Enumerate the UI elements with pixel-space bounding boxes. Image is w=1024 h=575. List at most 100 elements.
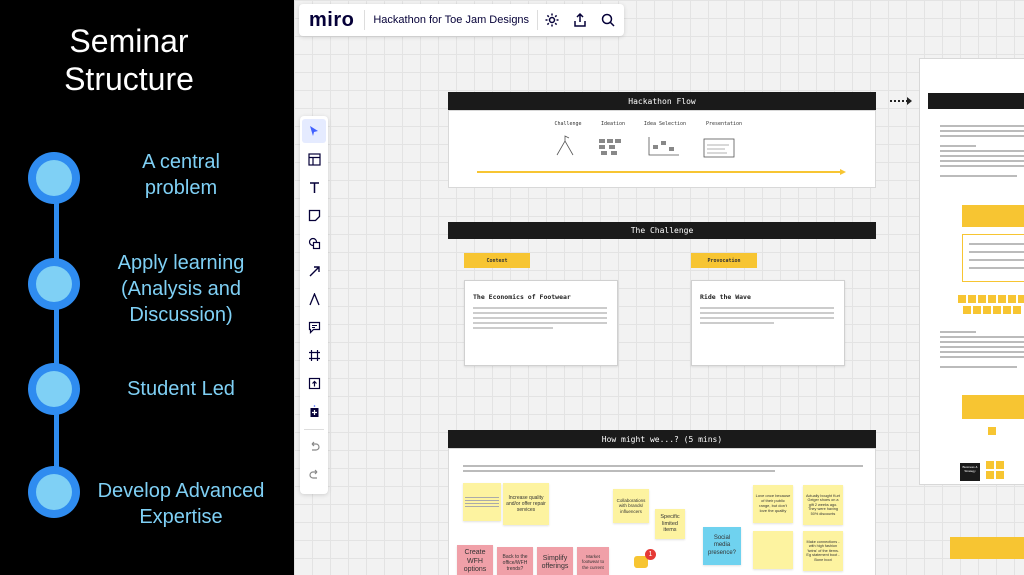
flow-step-ideation: Ideation — [600, 121, 626, 127]
frame-title: Hackathon Flow — [628, 96, 696, 106]
sticky-back-to-office[interactable]: Back to the office/WFH trends? — [497, 547, 533, 575]
card-title: Ride the Wave — [700, 293, 751, 301]
notification-badge[interactable]: 1 — [645, 549, 656, 560]
sticky-market-footwear[interactable]: Market footwear to the current — [577, 547, 609, 575]
sticky-note-icon[interactable] — [302, 203, 326, 227]
sticky-note[interactable] — [753, 531, 793, 569]
timeline-label-apply-learning: Apply learning (Analysis and Discussion) — [88, 250, 274, 328]
tag-provocation[interactable]: Provocation — [691, 253, 757, 268]
label-line: (Analysis and — [120, 278, 242, 300]
mini-sticky[interactable] — [988, 295, 996, 303]
mini-sticky[interactable] — [968, 295, 976, 303]
sticky-collaborations[interactable]: Collaborations with brands/ influencers — [613, 489, 649, 523]
label-line: problem — [144, 177, 218, 199]
mini-sticky[interactable] — [1013, 306, 1021, 314]
connector-dotted — [890, 100, 908, 102]
timeline-dot-4 — [28, 466, 80, 518]
arrow-icon[interactable] — [302, 259, 326, 283]
upload-icon[interactable] — [302, 371, 326, 395]
mini-sticky[interactable] — [973, 306, 981, 314]
flow-step-presentation: Presentation — [705, 121, 743, 127]
mini-sticky[interactable] — [1008, 295, 1016, 303]
frame-hackathon-flow[interactable]: Challenge Ideation Idea Selection Presen… — [448, 110, 876, 188]
hmw-instructions-placeholder — [463, 465, 863, 472]
select-icon[interactable] — [302, 119, 326, 143]
mini-sticky[interactable] — [996, 461, 1004, 469]
sticky-note[interactable] — [463, 483, 501, 521]
frame-header-how-might-we[interactable]: How might we...? (5 mins) — [448, 430, 876, 448]
mini-sticky[interactable] — [983, 306, 991, 314]
sticky-actually-bought[interactable]: Actually bought Kurt Geiger shoes on a g… — [803, 485, 843, 525]
yellow-block — [950, 537, 1024, 559]
mini-sticky[interactable] — [998, 295, 1006, 303]
miro-toolbar — [300, 116, 328, 494]
flow-arrow-head — [840, 169, 846, 175]
settings-icon[interactable] — [540, 8, 564, 32]
seminar-title: Seminar Structure — [0, 22, 258, 98]
sticky-increase-quality[interactable]: Increase quality and/or offer repair ser… — [503, 483, 549, 525]
sticky-simplify-offerings[interactable]: Simplify offerings — [537, 547, 573, 575]
timeline-label-advanced-expertise: Develop Advanced Expertise — [88, 478, 274, 530]
card-economics-of-footwear[interactable]: The Economics of Footwear — [464, 280, 618, 366]
text-placeholder — [940, 331, 1024, 368]
more-icon[interactable] — [302, 399, 326, 423]
label-line: Student Led — [127, 378, 235, 400]
sticky-love-once[interactable]: Love once because of their public range,… — [753, 485, 793, 523]
frame-title: The Challenge — [630, 226, 694, 235]
miro-topbar: miro Hackathon for Toe Jam Designs — [299, 4, 624, 36]
sticky-social-media[interactable]: Social media presence? — [703, 527, 741, 565]
timeline-dot-1 — [28, 152, 80, 204]
mini-sticky[interactable] — [1003, 306, 1011, 314]
miro-board-canvas[interactable]: miro Hackathon for Toe Jam Designs Hacka… — [294, 0, 1024, 575]
flow-illustrations — [556, 135, 735, 158]
toolbar-divider — [304, 429, 324, 430]
business-strategy-block[interactable]: Business & Strategy — [960, 463, 980, 481]
frame-how-might-we[interactable]: Increase quality and/or offer repair ser… — [448, 448, 876, 575]
frame-header-hackathon-flow[interactable]: Hackathon Flow — [448, 92, 876, 110]
mini-sticky[interactable] — [996, 471, 1004, 479]
frame-icon[interactable] — [302, 343, 326, 367]
label-line: Apply learning — [117, 252, 245, 274]
frame-idea-selection-partial[interactable]: Business & Strategy — [919, 58, 1024, 485]
timeline-label-central-problem: A central problem — [88, 149, 274, 201]
frame-header-challenge[interactable]: The Challenge — [448, 222, 876, 239]
card-ride-the-wave[interactable]: Ride the Wave — [691, 280, 845, 366]
tag-context[interactable]: Context — [464, 253, 530, 268]
yellow-block — [962, 395, 1024, 419]
mini-sticky[interactable] — [963, 306, 971, 314]
search-icon[interactable] — [596, 8, 620, 32]
text-icon[interactable] — [302, 175, 326, 199]
sticky-create-wfh[interactable]: Create WFH options — [457, 545, 493, 575]
flow-step-idea-selection: Idea Selection — [643, 121, 687, 127]
card-title: The Economics of Footwear — [473, 293, 571, 301]
pen-icon[interactable] — [302, 287, 326, 311]
mini-sticky[interactable] — [986, 471, 994, 479]
undo-icon[interactable] — [302, 434, 326, 458]
mini-sticky[interactable] — [993, 306, 1001, 314]
title-line-2: Structure — [64, 61, 194, 97]
shapes-icon[interactable] — [302, 231, 326, 255]
sticky-make-connections[interactable]: Make connections - with high fashion 'tw… — [803, 531, 843, 571]
sticky-specific-limited[interactable]: Specific limited items — [655, 509, 685, 539]
title-line-1: Seminar — [69, 23, 189, 59]
comment-icon[interactable] — [302, 315, 326, 339]
mini-sticky[interactable] — [986, 461, 994, 469]
timeline-line — [54, 178, 59, 490]
yellow-block — [962, 205, 1024, 227]
mini-sticky[interactable] — [1018, 295, 1024, 303]
frame-title: How might we...? (5 mins) — [601, 434, 723, 444]
mini-sticky[interactable] — [978, 295, 986, 303]
mini-sticky[interactable] — [988, 427, 996, 435]
share-icon[interactable] — [568, 8, 592, 32]
label-line: A central — [142, 151, 220, 173]
card-body-placeholder — [473, 307, 607, 329]
connector-arrow-head — [907, 97, 912, 105]
miro-logo[interactable]: miro — [299, 9, 364, 32]
label-line: Develop Advanced — [97, 480, 265, 502]
label-line: Discussion) — [129, 304, 233, 326]
mini-sticky[interactable] — [958, 295, 966, 303]
board-name[interactable]: Hackathon for Toe Jam Designs — [365, 14, 537, 26]
templates-icon[interactable] — [302, 147, 326, 171]
redo-icon[interactable] — [302, 462, 326, 486]
timeline-dot-2 — [28, 258, 80, 310]
